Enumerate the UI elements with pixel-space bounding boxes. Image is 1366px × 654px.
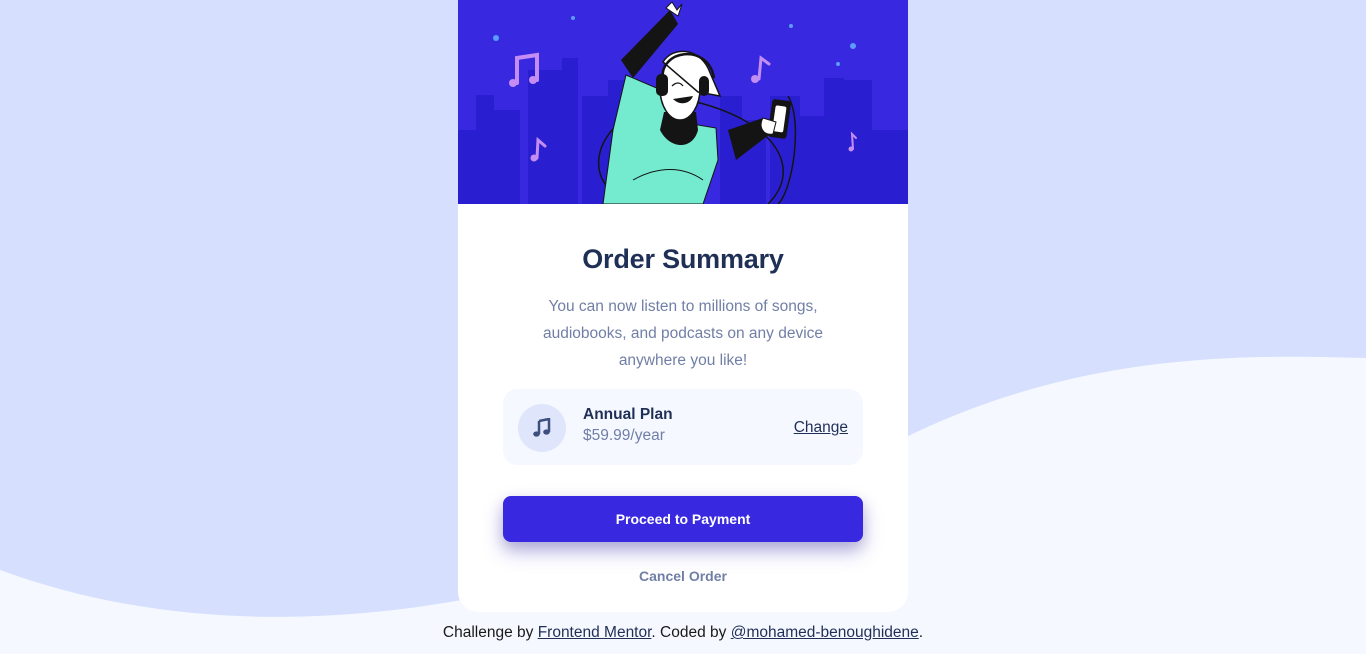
page-title: Order Summary xyxy=(582,244,784,274)
plan-summary: Annual Plan $59.99/year Change xyxy=(503,389,863,465)
attribution-middle: . Coded by xyxy=(651,624,731,641)
attribution-suffix: . xyxy=(918,624,924,641)
cancel-order-button[interactable]: Cancel Order xyxy=(503,564,863,588)
change-plan-link[interactable]: Change xyxy=(794,419,848,437)
music-note-icon xyxy=(518,404,566,452)
proceed-to-payment-button[interactable]: Proceed to Payment xyxy=(503,496,863,542)
attribution: Challenge by Frontend Mentor. Coded by @… xyxy=(0,624,1366,642)
order-summary-card: Order Summary You can now listen to mill… xyxy=(458,0,908,612)
plan-name: Annual Plan xyxy=(583,406,673,423)
author-link[interactable]: @mohamed-benoughidene xyxy=(731,624,919,641)
frontend-mentor-link[interactable]: Frontend Mentor xyxy=(538,624,652,641)
attribution-prefix: Challenge by xyxy=(442,624,538,641)
hero-illustration xyxy=(458,0,908,204)
order-description: You can now listen to millions of songs,… xyxy=(542,298,824,369)
plan-price: $59.99/year xyxy=(583,427,665,444)
